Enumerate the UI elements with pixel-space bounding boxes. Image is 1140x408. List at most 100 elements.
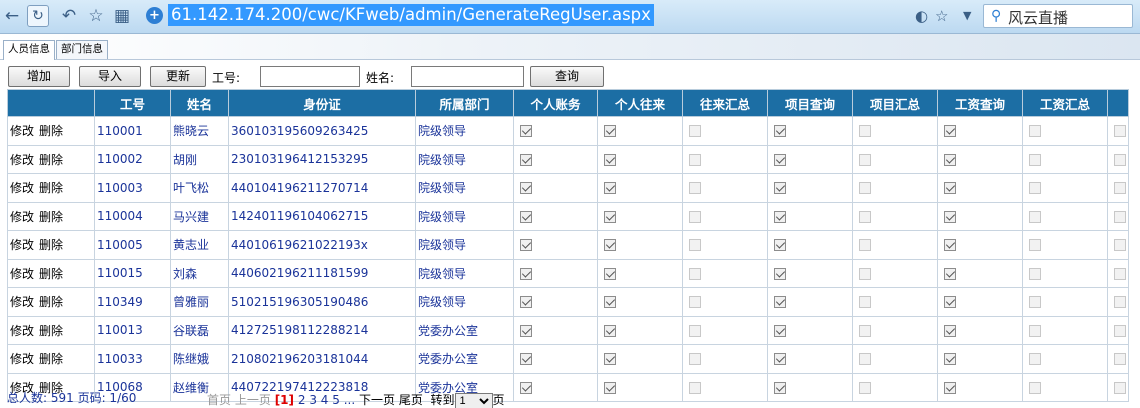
edit-link[interactable]: 修改 <box>10 352 34 366</box>
permission-checkbox-unchecked[interactable] <box>689 153 701 166</box>
permission-checkbox-checked[interactable] <box>604 324 616 337</box>
permission-checkbox-unchecked[interactable] <box>859 239 871 252</box>
apps-grid-icon[interactable]: ▦ <box>110 4 134 28</box>
page-link[interactable]: 5 <box>332 393 340 407</box>
update-button[interactable]: 更新 <box>150 66 206 87</box>
empno-input[interactable] <box>260 66 360 87</box>
permission-checkbox-checked[interactable] <box>520 324 532 337</box>
page-link[interactable]: 4 <box>321 393 329 407</box>
delete-link[interactable]: 删除 <box>39 295 63 309</box>
permission-checkbox-checked[interactable] <box>774 239 786 252</box>
permission-checkbox-checked[interactable] <box>774 125 786 138</box>
permission-checkbox-checked[interactable] <box>520 153 532 166</box>
permission-checkbox-checked[interactable] <box>604 267 616 280</box>
delete-link[interactable]: 删除 <box>39 324 63 338</box>
permission-checkbox-checked[interactable] <box>604 353 616 366</box>
permission-checkbox-checked[interactable] <box>604 153 616 166</box>
permission-checkbox-unchecked[interactable] <box>1029 182 1041 195</box>
edit-link[interactable]: 修改 <box>10 238 34 252</box>
permission-checkbox-unchecked[interactable] <box>1029 324 1041 337</box>
permission-checkbox-checked[interactable] <box>604 239 616 252</box>
compat-mode-icon[interactable]: ◐ <box>915 5 928 27</box>
permission-checkbox-checked[interactable] <box>944 239 956 252</box>
permission-checkbox-unchecked[interactable] <box>1029 153 1041 166</box>
back-arrow-icon[interactable]: ← <box>0 4 24 28</box>
address-url[interactable]: 61.142.174.200/cwc/KFweb/admin/GenerateR… <box>168 4 654 26</box>
delete-link[interactable]: 删除 <box>39 267 63 281</box>
import-button[interactable]: 导入 <box>79 66 141 87</box>
permission-checkbox-unchecked[interactable] <box>689 210 701 223</box>
permission-checkbox-checked[interactable] <box>774 324 786 337</box>
permission-checkbox-checked[interactable] <box>944 125 956 138</box>
permission-checkbox-checked[interactable] <box>944 267 956 280</box>
refresh-icon[interactable]: ↻ <box>27 5 49 27</box>
permission-checkbox-checked[interactable] <box>520 267 532 280</box>
permission-checkbox-checked[interactable] <box>944 153 956 166</box>
delete-link[interactable]: 删除 <box>39 238 63 252</box>
prev-page-link[interactable]: 上一页 <box>235 393 271 407</box>
permission-checkbox-unchecked[interactable] <box>689 267 701 280</box>
undo-icon[interactable]: ↶ <box>57 4 81 28</box>
next-page-link[interactable]: 下一页 <box>359 393 395 407</box>
permission-checkbox-unchecked[interactable] <box>689 353 701 366</box>
permission-checkbox-unchecked[interactable] <box>859 353 871 366</box>
permission-checkbox-unchecked[interactable] <box>689 296 701 309</box>
edit-link[interactable]: 修改 <box>10 124 34 138</box>
tab-dept-info[interactable]: 部门信息 <box>56 40 108 59</box>
permission-checkbox-checked[interactable] <box>520 182 532 195</box>
permission-checkbox-unchecked[interactable] <box>859 324 871 337</box>
pager-ellipsis[interactable]: ... <box>344 393 355 407</box>
permission-checkbox-unchecked[interactable] <box>689 324 701 337</box>
permission-checkbox-checked[interactable] <box>604 125 616 138</box>
permission-checkbox-unchecked[interactable] <box>1114 125 1126 138</box>
permission-checkbox-unchecked[interactable] <box>689 239 701 252</box>
delete-link[interactable]: 删除 <box>39 352 63 366</box>
permission-checkbox-checked[interactable] <box>944 296 956 309</box>
permission-checkbox-checked[interactable] <box>944 324 956 337</box>
permission-checkbox-unchecked[interactable] <box>1029 353 1041 366</box>
permission-checkbox-checked[interactable] <box>604 210 616 223</box>
permission-checkbox-checked[interactable] <box>774 353 786 366</box>
permission-checkbox-unchecked[interactable] <box>1114 210 1126 223</box>
permission-checkbox-checked[interactable] <box>520 239 532 252</box>
permission-checkbox-unchecked[interactable] <box>1029 210 1041 223</box>
permission-checkbox-unchecked[interactable] <box>1114 153 1126 166</box>
permission-checkbox-unchecked[interactable] <box>859 153 871 166</box>
permission-checkbox-unchecked[interactable] <box>1114 353 1126 366</box>
edit-link[interactable]: 修改 <box>10 324 34 338</box>
permission-checkbox-unchecked[interactable] <box>1114 267 1126 280</box>
delete-link[interactable]: 删除 <box>39 124 63 138</box>
permission-checkbox-unchecked[interactable] <box>1114 239 1126 252</box>
delete-link[interactable]: 删除 <box>39 210 63 224</box>
permission-checkbox-unchecked[interactable] <box>859 210 871 223</box>
dropdown-icon[interactable]: ▼ <box>963 5 971 27</box>
permission-checkbox-unchecked[interactable] <box>1029 239 1041 252</box>
permission-checkbox-unchecked[interactable] <box>1029 267 1041 280</box>
permission-checkbox-checked[interactable] <box>944 353 956 366</box>
first-page-link[interactable]: 首页 <box>207 393 231 407</box>
permission-checkbox-unchecked[interactable] <box>859 182 871 195</box>
query-button[interactable]: 查询 <box>530 66 604 87</box>
permission-checkbox-checked[interactable] <box>520 296 532 309</box>
permission-checkbox-checked[interactable] <box>774 296 786 309</box>
permission-checkbox-unchecked[interactable] <box>859 267 871 280</box>
bookmark-star-icon[interactable]: ☆ <box>935 5 948 27</box>
permission-checkbox-unchecked[interactable] <box>1029 125 1041 138</box>
permission-checkbox-checked[interactable] <box>774 267 786 280</box>
permission-checkbox-unchecked[interactable] <box>1029 296 1041 309</box>
permission-checkbox-checked[interactable] <box>520 353 532 366</box>
permission-checkbox-unchecked[interactable] <box>689 182 701 195</box>
add-button[interactable]: 增加 <box>8 66 70 87</box>
browser-search-box[interactable]: ⚲ 风云直播 <box>983 4 1133 28</box>
last-page-link[interactable]: 尾页 <box>399 393 423 407</box>
permission-checkbox-checked[interactable] <box>944 182 956 195</box>
delete-link[interactable]: 删除 <box>39 181 63 195</box>
edit-link[interactable]: 修改 <box>10 210 34 224</box>
favorite-star-icon[interactable]: ☆ <box>84 4 108 28</box>
permission-checkbox-checked[interactable] <box>774 153 786 166</box>
name-input[interactable] <box>411 66 524 87</box>
permission-checkbox-unchecked[interactable] <box>859 296 871 309</box>
permission-checkbox-checked[interactable] <box>774 210 786 223</box>
permission-checkbox-checked[interactable] <box>944 210 956 223</box>
edit-link[interactable]: 修改 <box>10 295 34 309</box>
